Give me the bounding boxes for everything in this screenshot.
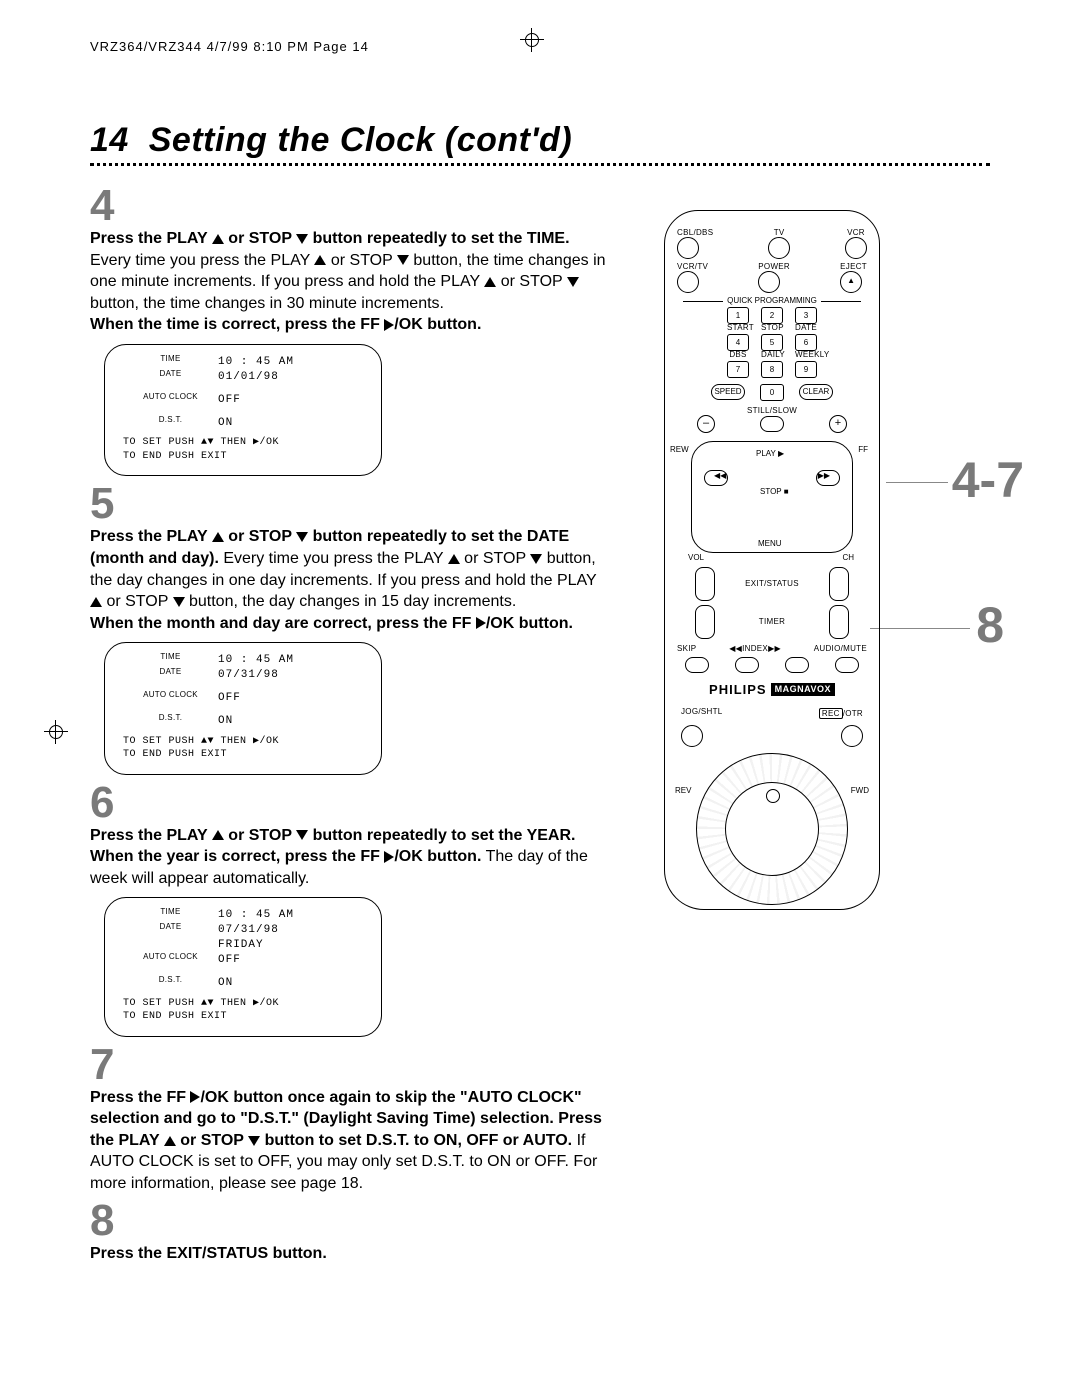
num-5-button: 5 (761, 334, 783, 351)
num-0-button: 0 (760, 384, 784, 401)
callout-4-7: 4-7 (952, 455, 1024, 505)
num-1-button: 1 (727, 307, 749, 324)
eject-button: ▲ (840, 271, 862, 293)
nav-pad: REW FF PLAY ▶ ◀◀ ▶▶ STOP ■ VOL CH MENU (691, 441, 853, 553)
speed-button: SPEED (711, 384, 745, 400)
down-arrow-icon (397, 255, 409, 265)
vol-rocker (695, 567, 715, 601)
up-arrow-icon (164, 1136, 176, 1146)
step-number-7: 7 (90, 1043, 610, 1087)
rev-label: REV (675, 787, 691, 795)
up-arrow-icon (90, 597, 102, 607)
down-arrow-icon (530, 554, 542, 564)
skip-button (685, 657, 709, 673)
vol-rocker-2 (695, 605, 715, 639)
rec-button (841, 725, 863, 747)
step-number-4: 4 (90, 184, 610, 228)
vcr-button (845, 237, 867, 259)
exit-status-label: EXIT/STATUS (715, 580, 829, 588)
num-4-button: 4 (727, 334, 749, 351)
right-arrow-icon (384, 319, 394, 331)
jog-button (681, 725, 703, 747)
index-back-button (735, 657, 759, 673)
down-arrow-icon (567, 277, 579, 287)
step-number-8: 8 (90, 1199, 610, 1243)
quick-programming-label: QUICK PROGRAMMING (677, 297, 867, 305)
num-8-button: 8 (761, 361, 783, 378)
callout-line (886, 482, 948, 483)
step-6-text: Press the PLAY or STOP button repeatedly… (90, 825, 610, 890)
down-arrow-icon (296, 830, 308, 840)
up-arrow-icon (484, 277, 496, 287)
fwd-label: FWD (851, 787, 869, 795)
num-7-button: 7 (727, 361, 749, 378)
right-arrow-icon (190, 1091, 200, 1103)
vcrtv-button (677, 271, 699, 293)
down-arrow-icon (173, 597, 185, 607)
plus-button: + (829, 415, 847, 433)
crop-mark-left (44, 720, 68, 744)
down-arrow-icon (296, 234, 308, 244)
clear-button: CLEAR (799, 384, 833, 400)
audio-mute-button (835, 657, 859, 673)
osd-screen-step5: TIME10 : 45 AM DATE07/31/98 AUTO CLOCKOF… (104, 642, 382, 774)
up-arrow-icon (212, 234, 224, 244)
up-arrow-icon (448, 554, 460, 564)
osd-screen-step6: TIME10 : 45 AM DATE07/31/98 FRIDAY AUTO … (104, 897, 382, 1036)
num-9-button: 9 (795, 361, 817, 378)
minus-button: – (697, 415, 715, 433)
down-arrow-icon (248, 1136, 260, 1146)
num-3-button: 3 (795, 307, 817, 324)
timer-label: TIMER (715, 618, 829, 626)
right-arrow-icon (476, 617, 486, 629)
power-button (758, 271, 780, 293)
step-number-5: 5 (90, 482, 610, 526)
down-arrow-icon (296, 532, 308, 542)
step-7-text: Press the FF /OK button once again to sk… (90, 1087, 610, 1195)
step-4-text: Press the PLAY or STOP button repeatedly… (90, 228, 610, 336)
ch-rocker-2 (829, 605, 849, 639)
up-arrow-icon (212, 532, 224, 542)
callout-line (870, 628, 970, 629)
still-slow-label: STILL/SLOW (677, 407, 867, 415)
index-fwd-button (785, 657, 809, 673)
ch-rocker (829, 567, 849, 601)
callout-8: 8 (976, 600, 1004, 650)
brand-logo: PHILIPSMAGNAVOX (677, 681, 867, 699)
step-5-text: Press the PLAY or STOP button repeatedly… (90, 526, 610, 634)
dotted-rule (90, 163, 990, 166)
crop-mark-top (520, 28, 544, 52)
cbldbs-button (677, 237, 699, 259)
up-arrow-icon (314, 255, 326, 265)
num-6-button: 6 (795, 334, 817, 351)
still-button (760, 416, 784, 432)
tv-button (768, 237, 790, 259)
num-2-button: 2 (761, 307, 783, 324)
page-title: 14 Setting the Clock (cont'd) (90, 123, 990, 157)
step-number-6: 6 (90, 781, 610, 825)
jog-dial (696, 753, 848, 905)
step-8-text: Press the EXIT/STATUS button. (90, 1243, 610, 1265)
osd-screen-step4: TIME10 : 45 AM DATE01/01/98 AUTO CLOCKOF… (104, 344, 382, 476)
remote-diagram: CBL/DBS TV VCR VCR/TV POWER EJECT▲ QUICK… (664, 210, 880, 910)
right-arrow-icon (384, 851, 394, 863)
up-arrow-icon (212, 830, 224, 840)
